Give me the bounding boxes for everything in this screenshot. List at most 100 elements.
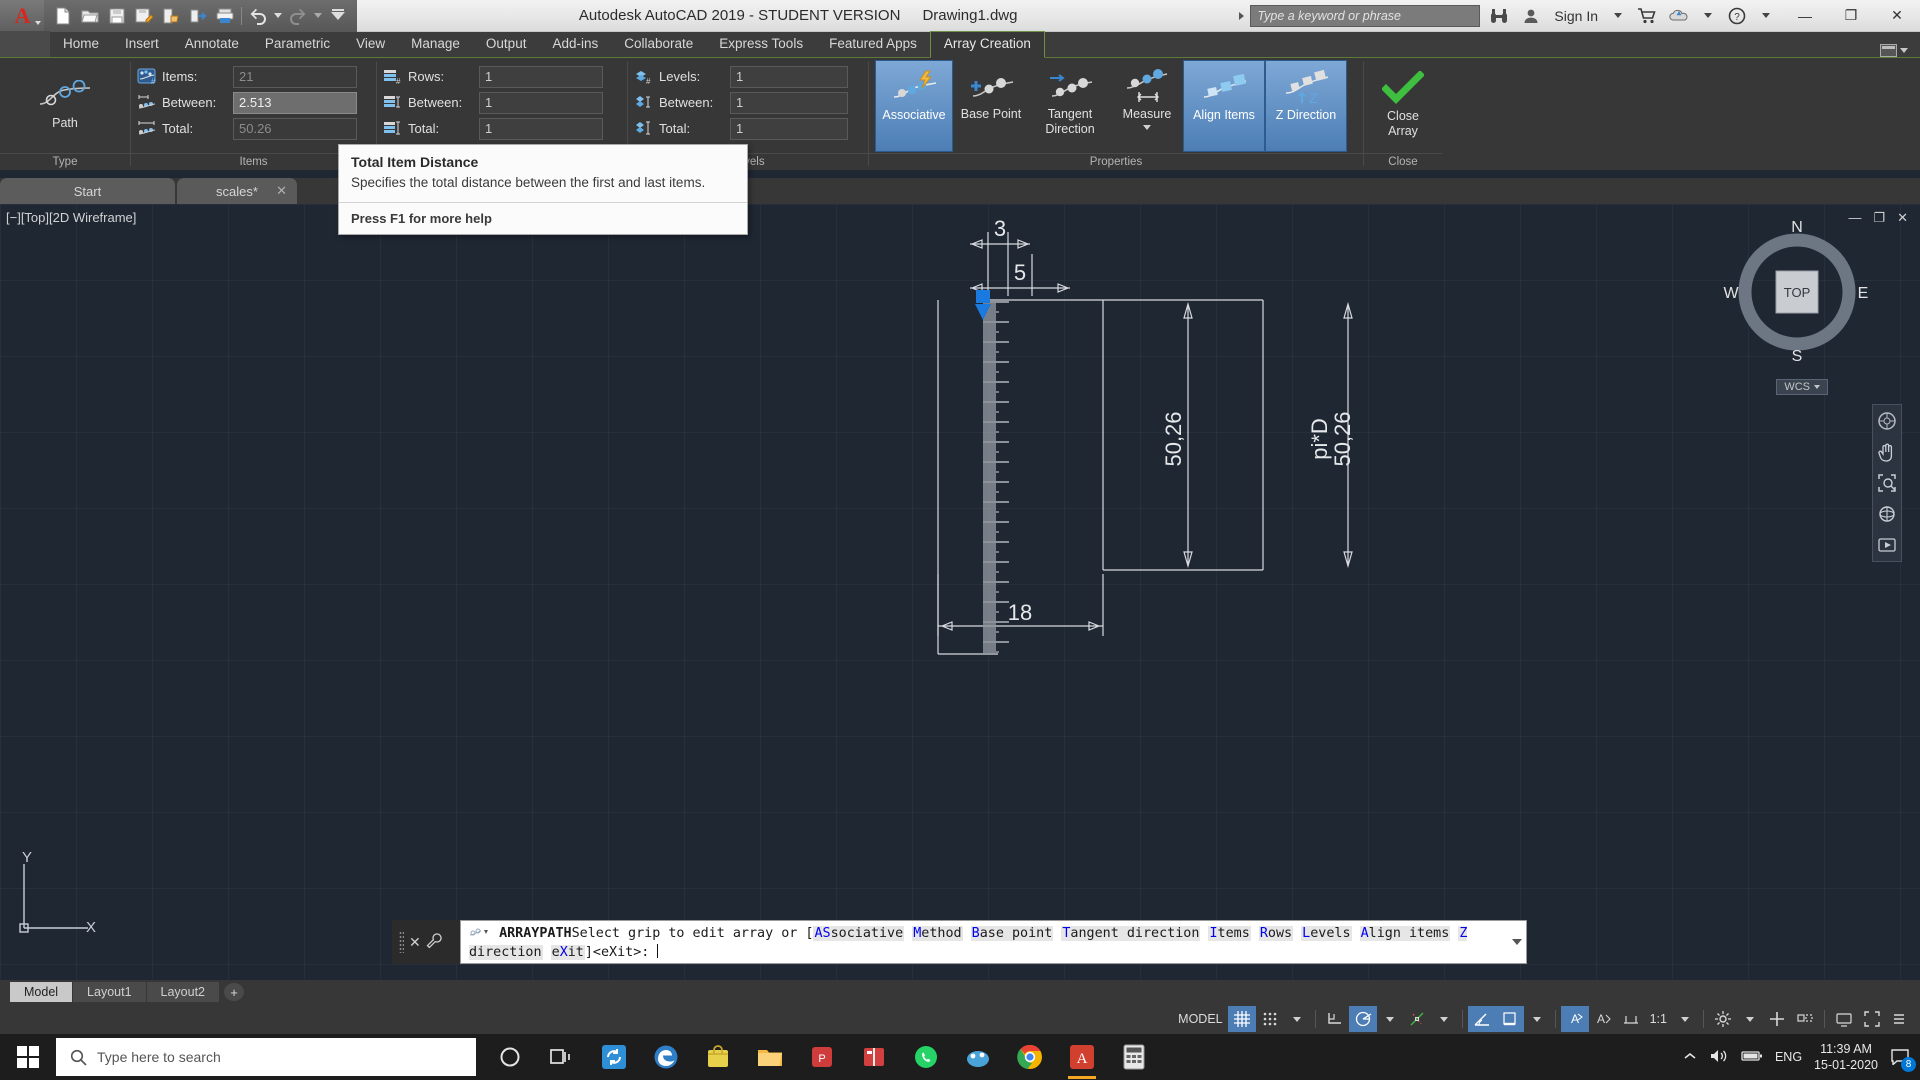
undo-icon[interactable] xyxy=(245,3,271,29)
status-bar-menu-icon[interactable] xyxy=(1886,1006,1912,1032)
redo-dropdown-icon[interactable] xyxy=(312,3,324,29)
scale-dropdown-icon[interactable] xyxy=(1672,1006,1698,1032)
keyword-base-point[interactable]: Base point xyxy=(971,926,1054,941)
grid-display-toggle[interactable] xyxy=(1228,1006,1256,1032)
drag-handle-icon[interactable] xyxy=(399,931,404,953)
lineweight-dropdown-icon[interactable] xyxy=(1524,1006,1550,1032)
keyword-tangent-direction[interactable]: Tangent direction xyxy=(1061,926,1200,941)
keyword-levels[interactable]: Levels xyxy=(1301,926,1351,941)
snap-dropdown-icon[interactable] xyxy=(1284,1006,1310,1032)
keyword-items[interactable]: Items xyxy=(1208,926,1250,941)
osnap-dropdown-icon[interactable] xyxy=(1431,1006,1457,1032)
close-array-button[interactable]: Close Array xyxy=(1370,62,1436,142)
pdf-reader-icon[interactable]: P xyxy=(798,1034,846,1080)
lineweight-toggle[interactable] xyxy=(1496,1006,1524,1032)
ortho-mode-toggle[interactable] xyxy=(1321,1006,1349,1032)
keyword-exit[interactable]: eXit xyxy=(551,945,585,960)
object-snap-toggle[interactable] xyxy=(1403,1006,1431,1032)
isolate-objects-icon[interactable] xyxy=(1791,1006,1819,1032)
autoscale-toggle[interactable]: A xyxy=(1589,1006,1617,1032)
keyword-rows[interactable]: Rows xyxy=(1259,926,1293,941)
annotation-scale-value[interactable]: 1:1 xyxy=(1645,1006,1672,1032)
application-menu-button[interactable]: A xyxy=(0,0,44,32)
keyword-method[interactable]: Method xyxy=(912,926,962,941)
new-file-icon[interactable] xyxy=(50,3,76,29)
customization-plus-icon[interactable] xyxy=(1763,1006,1791,1032)
autodesk-cloud-icon[interactable] xyxy=(1666,4,1692,28)
redo-icon[interactable] xyxy=(285,3,311,29)
align-items-button[interactable]: Align Items xyxy=(1183,60,1265,152)
layout-tab-layout2[interactable]: Layout2 xyxy=(147,982,219,1002)
viewport-controls-label[interactable]: [−][Top][2D Wireframe] xyxy=(6,210,136,225)
workspace-switching-icon[interactable] xyxy=(1709,1006,1737,1032)
keyword-associative[interactable]: ASsociative xyxy=(813,926,904,941)
items-count-input[interactable]: 21 xyxy=(233,66,357,88)
maximize-button[interactable]: ❐ xyxy=(1828,0,1874,32)
language-indicator[interactable]: ENG xyxy=(1775,1050,1802,1064)
zoom-extents-icon[interactable] xyxy=(1876,472,1898,494)
tab-home[interactable]: Home xyxy=(50,32,112,57)
undo-dropdown-icon[interactable] xyxy=(272,3,284,29)
start-button[interactable] xyxy=(0,1034,56,1080)
taskbar-clock[interactable]: 11:39 AM 15-01-2020 xyxy=(1814,1041,1878,1073)
open-file-icon[interactable] xyxy=(77,3,103,29)
save-as-icon[interactable] xyxy=(131,3,157,29)
rows-count-input[interactable]: 1 xyxy=(479,66,603,88)
close-button[interactable]: ✕ xyxy=(1874,0,1920,32)
taskbar-search-input[interactable]: Type here to search xyxy=(56,1038,476,1076)
file-tab-scales[interactable]: scales* ✕ xyxy=(177,178,297,204)
show-hidden-icons[interactable] xyxy=(1683,1049,1697,1066)
command-history-expand-icon[interactable] xyxy=(1512,939,1522,945)
pan-hand-icon[interactable] xyxy=(1876,441,1898,463)
items-total-input[interactable]: 50.26 xyxy=(233,118,357,140)
volume-icon[interactable] xyxy=(1709,1048,1729,1067)
viewport-close[interactable]: ✕ xyxy=(1897,210,1908,226)
drawing-area[interactable]: [−][Top][2D Wireframe] — ❐ ✕ TOP N E S W… xyxy=(0,204,1920,980)
search-input[interactable]: Type a keyword or phrase xyxy=(1250,5,1480,27)
ribbon-display-icon[interactable] xyxy=(1880,44,1908,57)
calculator-icon[interactable] xyxy=(1110,1034,1158,1080)
customize-qat-icon[interactable] xyxy=(325,3,351,29)
tab-view[interactable]: View xyxy=(343,32,398,57)
tab-array-creation[interactable]: Array Creation xyxy=(930,31,1045,58)
tab-output[interactable]: Output xyxy=(473,32,540,57)
minimize-button[interactable]: — xyxy=(1782,0,1828,32)
annotation-scale-icon[interactable] xyxy=(1617,1006,1645,1032)
wrench-icon[interactable] xyxy=(426,933,442,952)
measure-button[interactable]: Measure xyxy=(1111,60,1183,152)
plot-icon[interactable] xyxy=(212,3,238,29)
sign-in-button[interactable]: Sign In xyxy=(1550,8,1602,24)
levels-between-input[interactable]: 1 xyxy=(730,92,848,114)
orbit-icon[interactable] xyxy=(1876,503,1898,525)
help-dropdown-icon[interactable] xyxy=(1762,13,1770,18)
array-type-path-button[interactable]: Path xyxy=(31,62,99,134)
file-tab-start[interactable]: Start xyxy=(0,178,175,204)
tangent-direction-button[interactable]: Tangent Direction xyxy=(1029,60,1111,152)
rows-total-input[interactable]: 1 xyxy=(479,118,603,140)
levels-total-input[interactable]: 1 xyxy=(730,118,848,140)
help-icon[interactable]: ? xyxy=(1724,4,1750,28)
cloud-dropdown-icon[interactable] xyxy=(1704,13,1712,18)
open-from-web-icon[interactable] xyxy=(185,3,211,29)
levels-count-input[interactable]: 1 xyxy=(730,66,848,88)
viewport-restore[interactable]: ❐ xyxy=(1873,210,1885,226)
edge-icon[interactable] xyxy=(642,1034,690,1080)
file-explorer-icon[interactable] xyxy=(746,1034,794,1080)
battery-icon[interactable] xyxy=(1741,1049,1763,1066)
tab-add-ins[interactable]: Add-ins xyxy=(539,32,611,57)
close-icon[interactable]: ✕ xyxy=(409,934,421,951)
save-icon[interactable] xyxy=(104,3,130,29)
hardware-acceleration-icon[interactable] xyxy=(1830,1006,1858,1032)
measure-dropdown-icon[interactable] xyxy=(1143,125,1151,130)
sign-in-dropdown-icon[interactable] xyxy=(1614,13,1622,18)
tab-express-tools[interactable]: Express Tools xyxy=(706,32,816,57)
tab-manage[interactable]: Manage xyxy=(398,32,473,57)
book-app-icon[interactable] xyxy=(850,1034,898,1080)
polar-dropdown-icon[interactable] xyxy=(1377,1006,1403,1032)
keyword-align-items[interactable]: Align items xyxy=(1360,926,1451,941)
showmotion-icon[interactable] xyxy=(1876,534,1898,556)
tab-parametric[interactable]: Parametric xyxy=(252,32,343,57)
sync-app-icon[interactable] xyxy=(590,1034,638,1080)
task-view-icon[interactable] xyxy=(538,1034,586,1080)
snap-mode-toggle[interactable] xyxy=(1256,1006,1284,1032)
